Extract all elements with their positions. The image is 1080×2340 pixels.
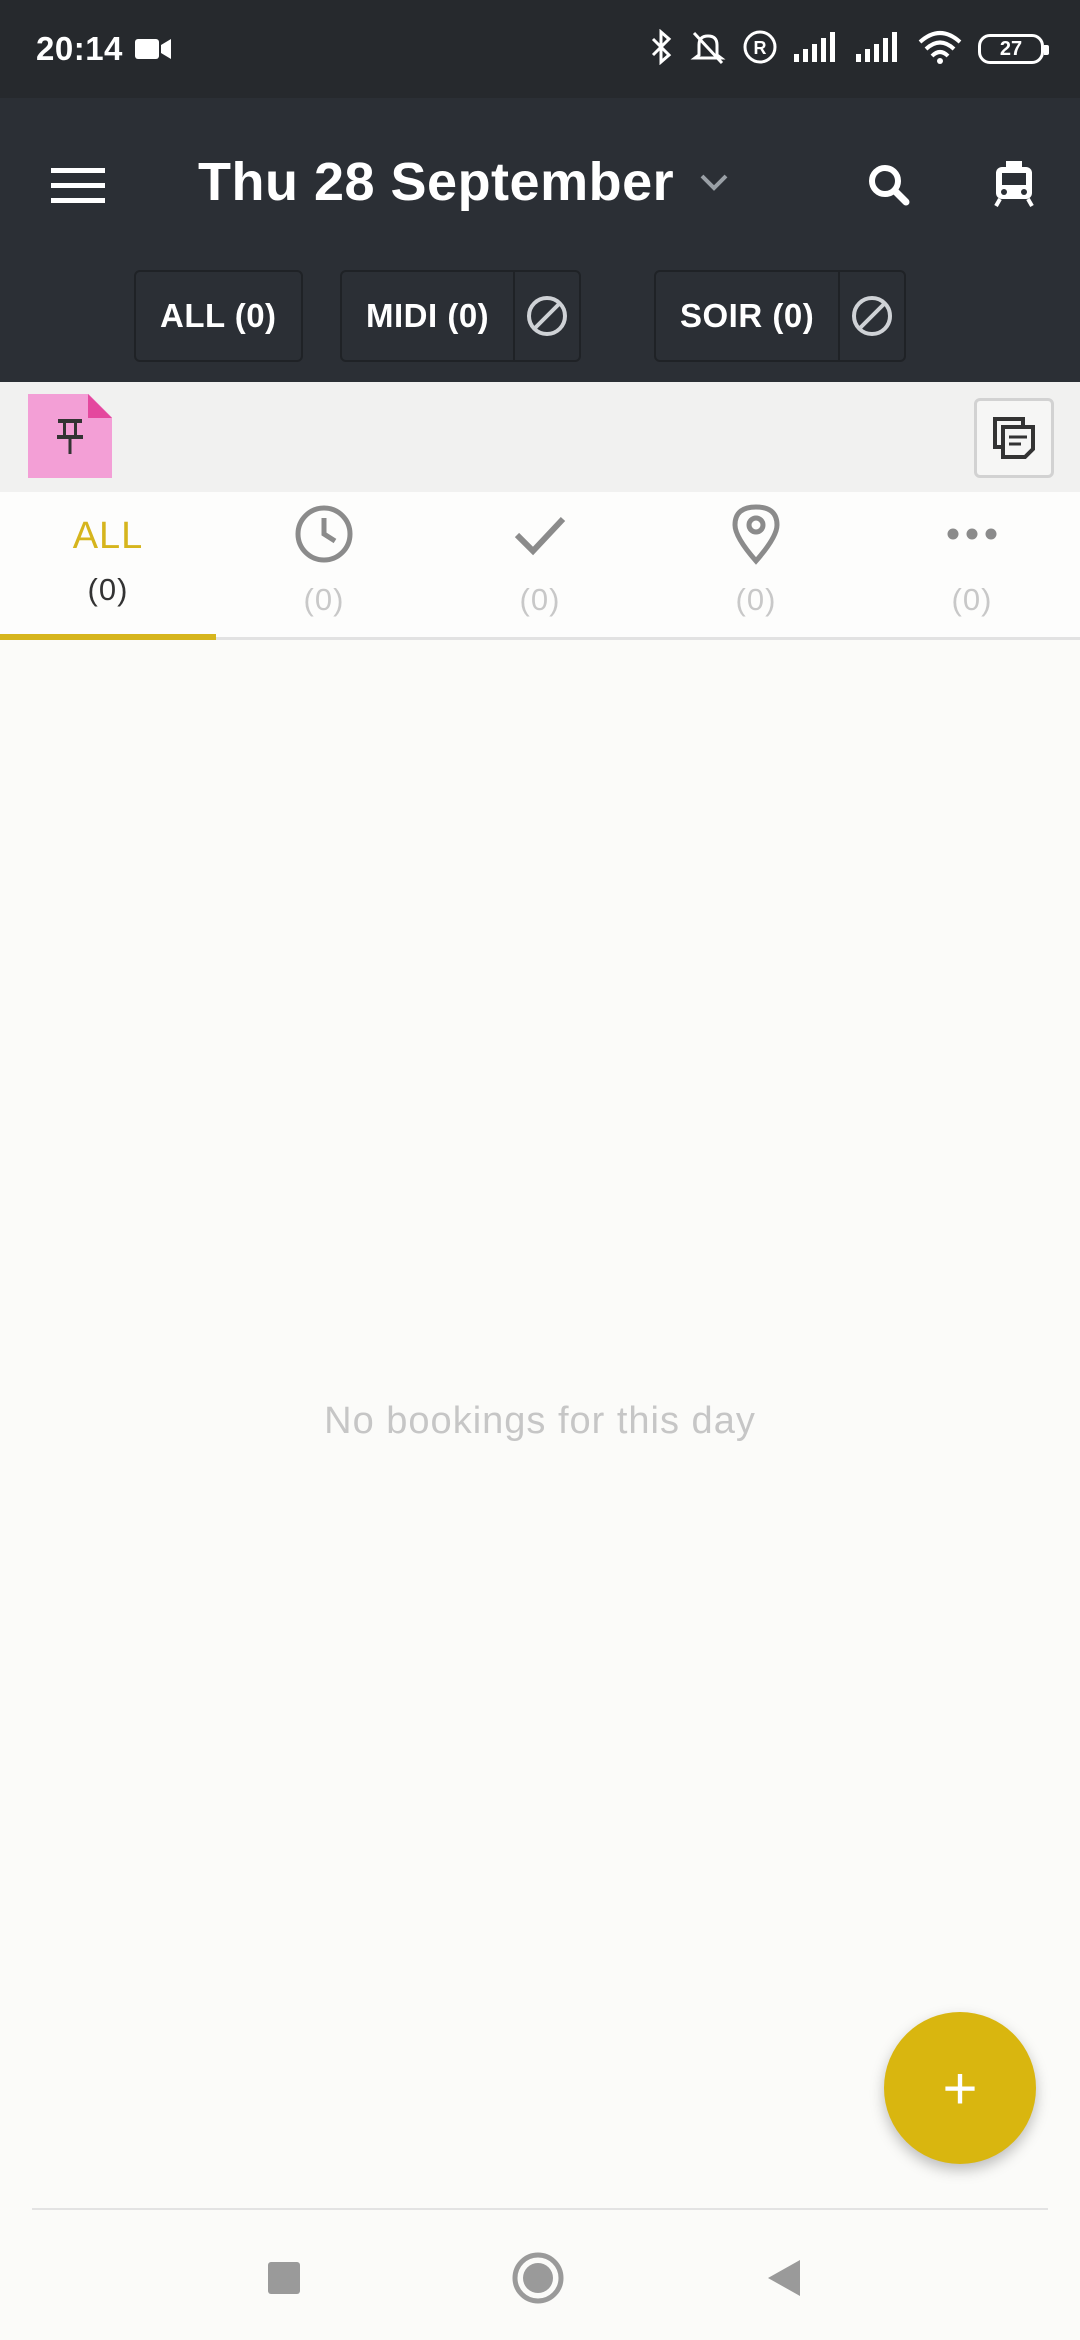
service-chip-soir[interactable]: SOIR (0) [654,270,907,362]
video-camera-icon [134,37,173,61]
back-button[interactable] [752,2246,816,2310]
status-bar: 20:14 R 27 [0,0,1080,98]
back-triangle-icon [768,2260,800,2296]
notifications-off-icon [690,29,726,70]
battery-icon: 27 [978,34,1049,64]
wifi-icon [918,30,962,69]
search-button[interactable] [856,152,920,216]
tab-count: (0) [735,582,777,617]
block-icon[interactable] [513,272,579,360]
menu-button[interactable] [48,156,108,216]
status-tabs: ALL (0) (0) (0) (0) (0) [0,492,1080,640]
status-time: 20:14 [36,30,123,67]
more-horizontal-icon [946,502,998,566]
app-header: Thu 28 September ALL (0) MIDI (0) SOIR (… [0,98,1080,382]
search-icon [869,165,910,206]
square-icon [268,2262,300,2294]
bluetooth-icon [650,28,674,70]
block-icon[interactable] [838,272,904,360]
check-icon [511,502,569,566]
tab-label: ALL [72,514,144,557]
train-button[interactable] [982,152,1046,216]
tab-count: (0) [303,582,345,617]
signal-icon [856,31,902,67]
home-circle-icon [512,2252,564,2304]
tab-confirmed[interactable]: (0) [432,492,648,637]
screen: 20:14 R 27 Thu 28 September ALL (0) MIDI… [0,0,1080,2340]
system-nav-bar [0,2210,1080,2340]
tab-count: (0) [951,582,993,617]
service-filter-row: ALL (0) MIDI (0) SOIR (0) [0,270,1080,362]
date-selector[interactable]: Thu 28 September [198,142,730,222]
recent-apps-button[interactable] [252,2246,316,2310]
service-chip-all[interactable]: ALL (0) [134,270,303,362]
location-pin-icon [731,502,781,566]
tab-count: (0) [519,582,561,617]
date-title: Thu 28 September [198,152,675,212]
svg-text:R: R [754,38,767,58]
registered-icon: R [742,29,778,70]
tab-seated[interactable]: (0) [648,492,864,637]
plus-icon: + [942,2054,978,2122]
tab-all[interactable]: ALL (0) [0,492,216,640]
notes-button[interactable] [974,398,1054,478]
train-icon [994,161,1034,207]
clock-icon [293,502,355,566]
chevron-down-icon [700,174,728,191]
pin-icon [57,419,83,454]
home-button[interactable] [506,2246,570,2310]
tool-strip [0,382,1080,492]
status-icons: R 27 [650,28,1049,70]
empty-state-message: No bookings for this day [324,1400,756,1442]
service-chip-label: SOIR (0) [680,297,815,334]
tab-pending[interactable]: (0) [216,492,432,637]
service-chip-label: MIDI (0) [366,297,490,334]
battery-level: 27 [999,37,1023,60]
add-booking-button[interactable]: + [884,2012,1036,2164]
service-chip-label: ALL (0) [160,297,277,334]
hamburger-menu-icon [51,168,105,203]
notes-icon [993,417,1035,459]
active-tab-indicator [0,634,216,640]
tab-count: (0) [87,572,129,607]
signal-icon [794,31,840,67]
service-chip-midi[interactable]: MIDI (0) [340,270,582,362]
tab-more[interactable]: (0) [864,492,1080,637]
